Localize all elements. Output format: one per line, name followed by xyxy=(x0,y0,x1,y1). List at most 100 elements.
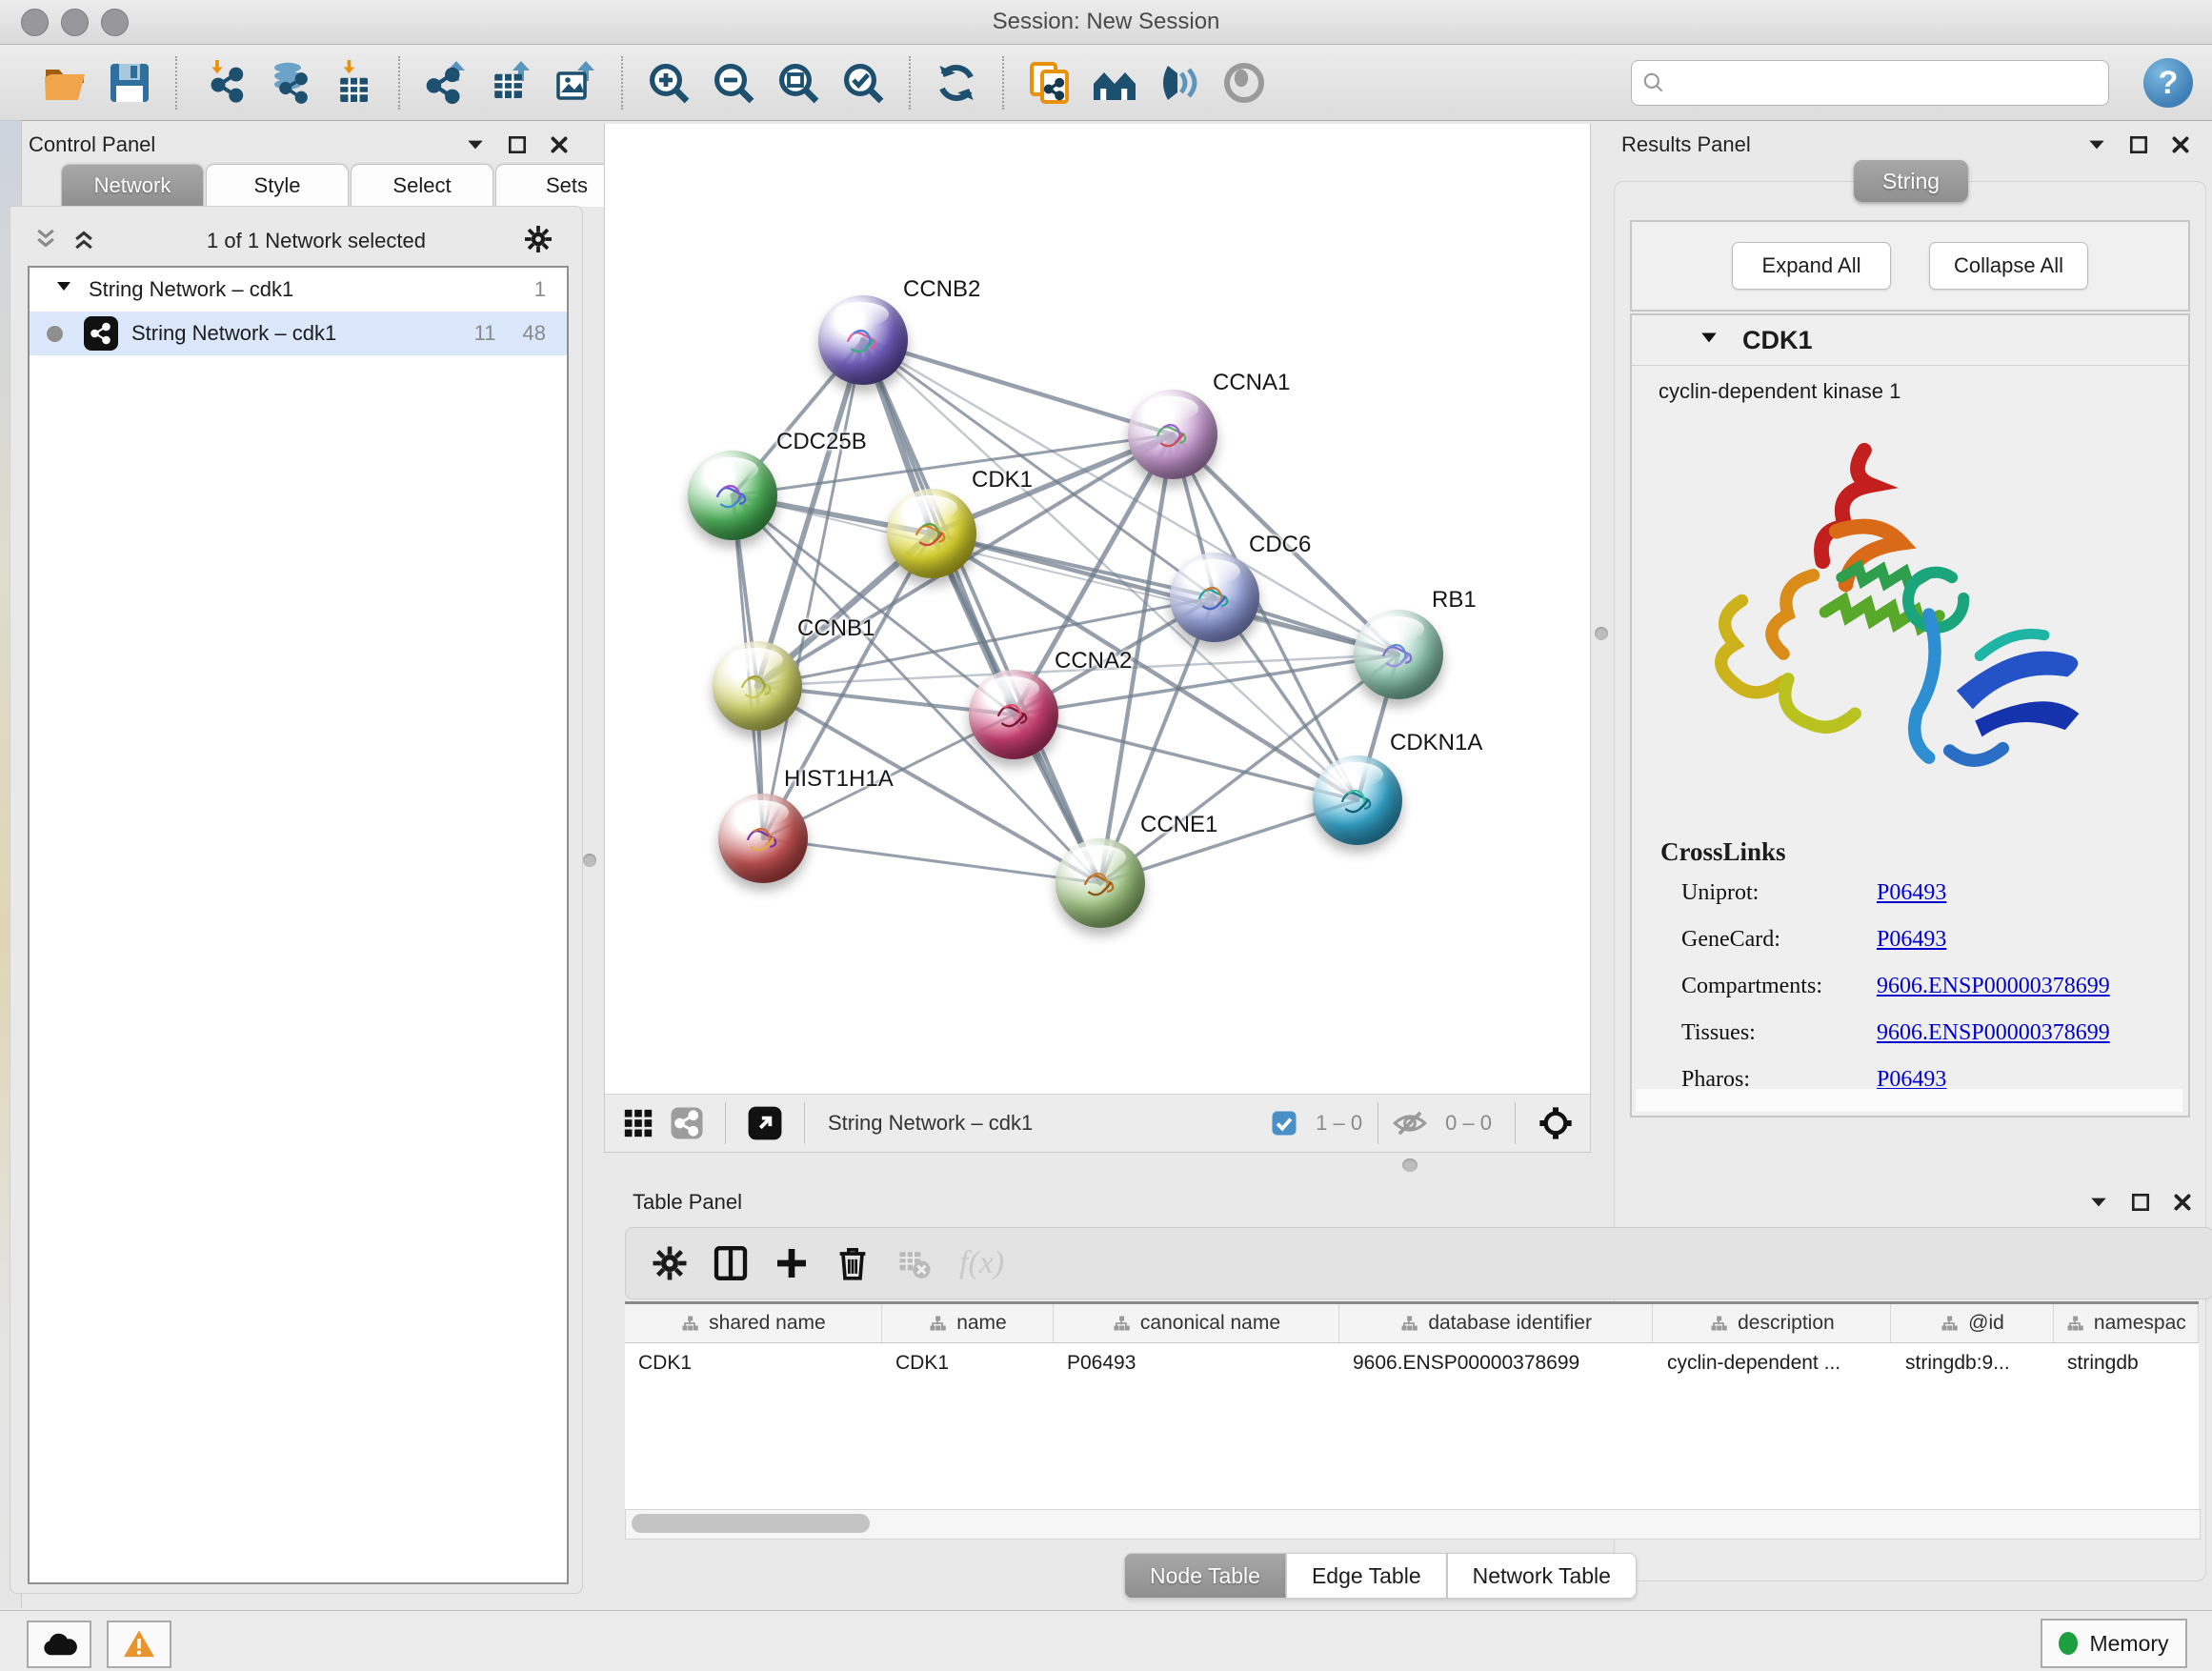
cell-name[interactable]: CDK1 xyxy=(882,1352,1054,1375)
network-collection-row[interactable]: String Network – cdk1 1 xyxy=(30,268,567,312)
close-panel-icon[interactable] xyxy=(2168,132,2193,157)
import-network-database-icon[interactable] xyxy=(262,57,313,109)
column-header-name[interactable]: name xyxy=(882,1304,1054,1342)
zoom-in-icon[interactable] xyxy=(643,57,694,109)
cell-database-identifier[interactable]: 9606.ENSP00000378699 xyxy=(1339,1352,1654,1375)
warning-icon[interactable] xyxy=(107,1621,171,1668)
help-icon[interactable]: ? xyxy=(2143,58,2193,108)
node-cdc25b[interactable] xyxy=(688,451,777,540)
crosslink-link[interactable]: P06493 xyxy=(1877,927,1946,953)
node-section-header[interactable]: CDK1 xyxy=(1632,315,2188,366)
selected-checkbox-icon[interactable] xyxy=(1270,1109,1298,1137)
table-row[interactable]: CDK1CDK1P064939606.ENSP00000378699cyclin… xyxy=(625,1343,2199,1383)
cloud-icon[interactable] xyxy=(27,1621,91,1668)
crosslink-link[interactable]: P06493 xyxy=(1877,880,1946,906)
horizontal-splitter-grip[interactable] xyxy=(1402,1158,1418,1172)
export-table-icon[interactable] xyxy=(485,57,536,109)
table-horizontal-scrollbar[interactable] xyxy=(625,1509,2201,1540)
node-ccnb2[interactable] xyxy=(818,295,908,385)
export-network-icon[interactable] xyxy=(420,57,472,109)
show-columns-icon[interactable] xyxy=(706,1238,755,1288)
zoom-fit-icon[interactable] xyxy=(773,57,824,109)
tab-network-table[interactable]: Network Table xyxy=(1447,1553,1637,1599)
vertical-splitter-grip-right[interactable] xyxy=(1595,627,1608,640)
export-image-icon[interactable] xyxy=(550,57,601,109)
edge[interactable] xyxy=(763,340,863,838)
cell-namespac[interactable]: stringdb xyxy=(2054,1352,2199,1375)
node-cdkn1a[interactable] xyxy=(1313,755,1402,845)
cell--id[interactable]: stringdb:9... xyxy=(1892,1352,2054,1375)
crosslink-link[interactable]: 9606.ENSP00000378699 xyxy=(1877,974,2110,999)
edge[interactable] xyxy=(932,534,1398,654)
expand-all-button[interactable]: Expand All xyxy=(1732,242,1891,290)
collapse-all-button[interactable]: Collapse All xyxy=(1929,242,2088,290)
node-ccna2[interactable] xyxy=(969,670,1058,759)
network-from-selection-icon[interactable] xyxy=(1024,57,1076,109)
crosshair-icon[interactable] xyxy=(1537,1104,1575,1142)
tab-edge-table[interactable]: Edge Table xyxy=(1286,1553,1447,1599)
expand-all-networks-icon[interactable] xyxy=(33,227,58,256)
crosslink-link[interactable]: 9606.ENSP00000378699 xyxy=(1877,1020,2110,1046)
node-cdc6[interactable] xyxy=(1170,553,1259,642)
tab-string[interactable]: String xyxy=(1854,160,1968,202)
edge[interactable] xyxy=(863,340,1100,883)
delete-columns-icon[interactable] xyxy=(828,1238,877,1288)
column-header--id[interactable]: @id xyxy=(1891,1304,2053,1342)
close-panel-icon[interactable] xyxy=(547,132,572,157)
toolbar-separator xyxy=(398,56,400,110)
create-column-icon[interactable] xyxy=(767,1238,816,1288)
search-input[interactable] xyxy=(1676,63,2108,103)
float-panel-icon[interactable] xyxy=(2128,1190,2153,1215)
float-panel-icon[interactable] xyxy=(505,132,530,157)
float-panel-icon[interactable] xyxy=(2126,132,2151,157)
column-header-description[interactable]: description xyxy=(1653,1304,1891,1342)
share-view-icon[interactable] xyxy=(670,1106,704,1140)
grid-view-icon[interactable] xyxy=(622,1107,654,1139)
tab-select[interactable]: Select xyxy=(351,164,493,207)
node-rb1[interactable] xyxy=(1354,610,1443,699)
cell-description[interactable]: cyclin-dependent ... xyxy=(1654,1352,1892,1375)
panel-menu-triangle-icon[interactable] xyxy=(2086,1190,2111,1215)
collapse-all-networks-icon[interactable] xyxy=(71,227,96,256)
status-bar: Memory xyxy=(0,1610,2212,1671)
birdseye-view-icon[interactable] xyxy=(747,1105,783,1141)
tab-network[interactable]: Network xyxy=(61,164,204,207)
node-ccnb1[interactable] xyxy=(713,641,802,731)
network-row-selected[interactable]: String Network – cdk1 11 48 xyxy=(30,312,567,355)
tab-node-table[interactable]: Node Table xyxy=(1124,1553,1286,1599)
gray-eye-icon[interactable] xyxy=(1218,57,1270,109)
panel-menu-triangle-icon[interactable] xyxy=(463,132,488,157)
node-cdk1[interactable] xyxy=(887,489,976,578)
import-network-icon[interactable] xyxy=(197,57,249,109)
import-table-icon[interactable] xyxy=(327,57,378,109)
collapse-triangle-icon[interactable] xyxy=(1699,328,1719,353)
node-ccne1[interactable] xyxy=(1056,838,1145,928)
open-session-icon[interactable] xyxy=(39,57,90,109)
column-header-shared-name[interactable]: shared name xyxy=(625,1304,882,1342)
zoom-out-icon[interactable] xyxy=(708,57,759,109)
node-ccna1[interactable] xyxy=(1128,390,1217,479)
cell-canonical-name[interactable]: P06493 xyxy=(1054,1352,1339,1375)
vertical-splitter-grip[interactable] xyxy=(583,854,596,867)
column-header-canonical-name[interactable]: canonical name xyxy=(1054,1304,1339,1342)
column-header-namespac[interactable]: namespac xyxy=(2054,1304,2199,1342)
edge[interactable] xyxy=(763,838,1100,883)
edge[interactable] xyxy=(863,340,1173,434)
apply-layout-icon[interactable] xyxy=(931,57,982,109)
zoom-selected-icon[interactable] xyxy=(837,57,889,109)
table-options-gear-icon[interactable] xyxy=(645,1238,694,1288)
collapse-triangle-icon[interactable] xyxy=(54,277,73,302)
eye-waves-icon[interactable] xyxy=(1154,57,1205,109)
network-options-gear-icon[interactable] xyxy=(523,224,553,259)
scrollbar-thumb[interactable] xyxy=(632,1514,870,1533)
network-canvas[interactable]: CCNB2 CCNA1 CDC25B CDK1 CDC6 RB1 CCNB1 C… xyxy=(604,124,1591,1094)
close-panel-icon[interactable] xyxy=(2170,1190,2195,1215)
column-header-database-identifier[interactable]: database identifier xyxy=(1339,1304,1654,1342)
cell-shared-name[interactable]: CDK1 xyxy=(625,1352,882,1375)
tab-style[interactable]: Style xyxy=(206,164,349,207)
houses-icon[interactable] xyxy=(1089,57,1140,109)
save-session-icon[interactable] xyxy=(104,57,155,109)
node-hist1h1a[interactable] xyxy=(718,794,808,883)
memory-button[interactable]: Memory xyxy=(2041,1619,2187,1668)
panel-menu-triangle-icon[interactable] xyxy=(2084,132,2109,157)
